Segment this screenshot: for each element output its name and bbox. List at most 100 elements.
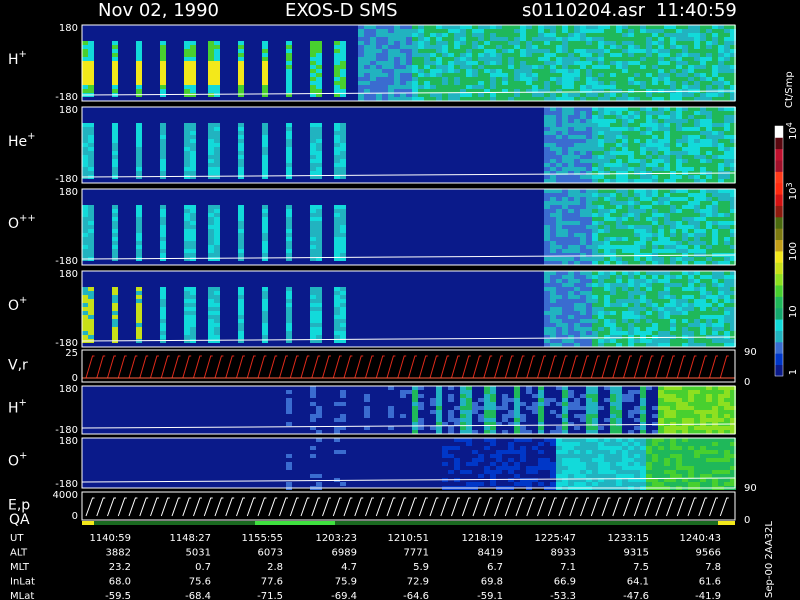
spectrogram-cell xyxy=(604,315,610,319)
panel-ytick-top: 180 xyxy=(59,436,78,447)
spectrogram-cell xyxy=(622,462,628,466)
spectrogram-cell xyxy=(574,41,580,45)
spectrogram-cell xyxy=(574,197,580,201)
spectrogram-cell xyxy=(610,73,616,77)
spectrogram-cell xyxy=(478,69,484,73)
spectrogram-cell xyxy=(340,295,346,299)
spectrogram-cell xyxy=(658,41,664,45)
spectrogram-cell xyxy=(550,131,556,135)
spectrogram-cell xyxy=(562,143,568,147)
spectrogram-cell xyxy=(634,201,640,205)
spectrogram-cell xyxy=(562,49,568,53)
spectrogram-cell xyxy=(112,331,118,335)
spectrogram-cell xyxy=(700,135,706,139)
spectrogram-cell xyxy=(286,299,292,303)
spectrogram-cell xyxy=(688,107,694,111)
spectrogram-cell xyxy=(640,315,646,319)
spectrogram-cell xyxy=(622,442,628,446)
spectrogram-cell xyxy=(436,410,442,414)
spectrogram-cell xyxy=(682,163,688,167)
spectrogram-cell xyxy=(628,323,634,327)
spectrogram-cell xyxy=(658,217,664,221)
spectrogram-cell xyxy=(190,53,196,57)
spectrogram-cell xyxy=(676,291,682,295)
spectrogram-cell xyxy=(724,311,730,315)
spectrogram-cell xyxy=(586,135,592,139)
spectrogram-cell xyxy=(628,69,634,73)
spectrogram-cell xyxy=(628,390,634,394)
spectrogram-cell xyxy=(412,402,418,406)
spectrogram-cell xyxy=(82,327,88,331)
spectrogram-cell xyxy=(724,386,730,390)
spectrogram-cell xyxy=(544,107,550,111)
spectrogram-cell xyxy=(424,81,430,85)
spectrogram-cell xyxy=(586,241,592,245)
spectrogram-cell xyxy=(646,209,652,213)
spectrogram-cell xyxy=(694,386,700,390)
spectrogram-cell xyxy=(184,49,190,53)
spectrogram-cell xyxy=(724,77,730,81)
spectrogram-cell xyxy=(658,119,664,123)
spectrogram-cell xyxy=(442,29,448,33)
spectrogram-cell xyxy=(550,37,556,41)
spectrogram-cell xyxy=(406,93,412,97)
spectrogram-cell xyxy=(574,57,580,61)
spectrogram-cell xyxy=(700,291,706,295)
spectrogram-cell xyxy=(586,65,592,69)
spectrogram-cell xyxy=(640,139,646,143)
spectrogram-cell xyxy=(628,414,634,418)
spectrogram-cell xyxy=(112,61,118,65)
spectrogram-cell xyxy=(556,123,562,127)
spectrogram-cell xyxy=(514,398,520,402)
spectrogram-cell xyxy=(262,335,268,339)
spectrogram-cell xyxy=(622,438,628,442)
spectrogram-cell xyxy=(490,93,496,97)
spectrogram-cell xyxy=(616,111,622,115)
spectrogram-cell xyxy=(640,143,646,147)
spectrogram-cell xyxy=(580,197,586,201)
spectrogram-cell xyxy=(562,398,568,402)
spectrogram-cell xyxy=(544,151,550,155)
spectrogram-cell xyxy=(592,454,598,458)
spectrogram-cell xyxy=(634,123,640,127)
spectrogram-cell xyxy=(334,307,340,311)
spectrogram-cell xyxy=(592,287,598,291)
spectrogram-cell xyxy=(562,299,568,303)
spectrogram-cell xyxy=(526,33,532,37)
spectrogram-cell xyxy=(664,159,670,163)
spectrogram-cell xyxy=(208,205,214,209)
spectrogram-cell xyxy=(568,175,574,179)
spectrogram-cell xyxy=(82,143,88,147)
spectrogram-cell xyxy=(556,245,562,249)
spectrogram-cell xyxy=(562,61,568,65)
spectrogram-cell xyxy=(586,446,592,450)
spectrogram-cell xyxy=(88,287,94,291)
spectrogram-cell xyxy=(616,167,622,171)
spectrogram-cell xyxy=(622,143,628,147)
spectrogram-cell xyxy=(334,65,340,69)
spectrogram-cell xyxy=(184,159,190,163)
spectrogram-cell xyxy=(316,474,322,478)
spectrogram-cell xyxy=(496,57,502,61)
spectrogram-cell xyxy=(616,430,622,434)
spectrogram-cell xyxy=(550,49,556,53)
spectrogram-cell xyxy=(622,394,628,398)
spectrogram-cell xyxy=(136,319,142,323)
spectrogram-cell xyxy=(334,123,340,127)
spectrogram-cell xyxy=(160,53,166,57)
spectrogram-cell xyxy=(340,69,346,73)
spectrogram-cell xyxy=(568,249,574,253)
spectrogram-cell xyxy=(598,470,604,474)
spectrogram-cell xyxy=(316,295,322,299)
spectrogram-cell xyxy=(496,406,502,410)
spectrogram-cell xyxy=(718,414,724,418)
spectrogram-cell xyxy=(514,410,520,414)
spectrogram-cell xyxy=(646,458,652,462)
spectrogram-cell xyxy=(628,442,634,446)
spectrogram-cell xyxy=(586,115,592,119)
spectrogram-cell xyxy=(436,25,442,29)
spectrogram-cell xyxy=(646,111,652,115)
spectrogram-cell xyxy=(460,470,466,474)
spectrogram-cell xyxy=(316,291,322,295)
spectrogram-cell xyxy=(208,257,214,261)
